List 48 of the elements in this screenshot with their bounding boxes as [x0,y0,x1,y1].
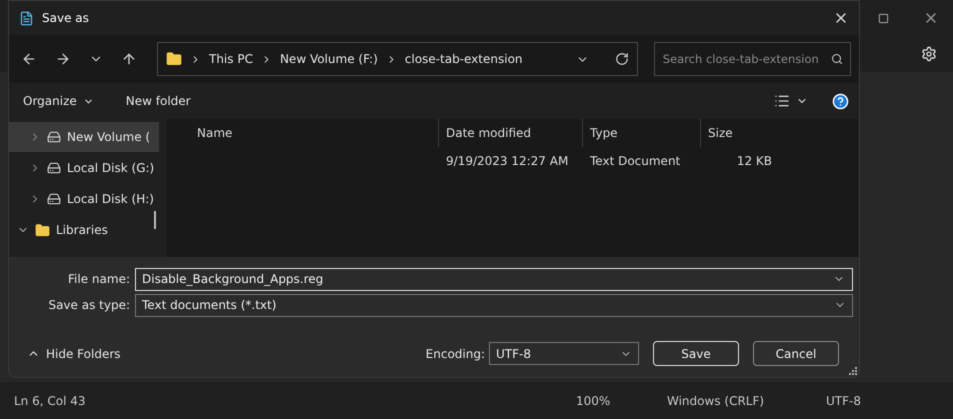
folder-icon [35,222,50,238]
new-folder-button[interactable]: New folder [122,94,195,108]
back-icon [21,51,37,67]
folder-icon [166,51,182,67]
field-label: Save as type: [47,298,131,312]
drive-icon [47,192,61,206]
column-header[interactable]: Size [700,119,780,147]
field-label: Encoding: [426,346,485,360]
status-item: UTF-8 [826,394,861,408]
table-cell-text: Text Document [589,154,682,168]
drive-icon [47,130,61,144]
drive-icon [47,161,61,175]
sidebar-item[interactable]: Local Disk (H:) [9,184,159,214]
settings-icon[interactable] [921,46,937,62]
sidebar-item[interactable]: Local Disk (G:) [9,153,159,183]
forward-icon [55,51,71,67]
file-type-dropdown[interactable]: Text documents (*.txt) [135,294,853,316]
cancel-button[interactable]: Cancel [753,341,839,366]
table-cell-text: 9/19/2023 12:27 AM [445,154,570,168]
window-title: Save as [42,11,90,25]
breadcrumb-item[interactable]: close-tab-extension [404,52,523,66]
file-name-field[interactable]: Disable_Background_Apps.reg [135,268,853,290]
sidebar-item[interactable]: New Volume ( [9,122,159,152]
help-icon[interactable] [832,92,849,110]
view-icon[interactable] [774,93,790,109]
resize-grip-icon[interactable] [849,367,857,375]
breadcrumb-item[interactable]: This PC [209,52,253,66]
column-header[interactable]: Type [582,119,700,147]
search-icon [831,53,843,65]
save-button[interactable]: Save [653,341,739,366]
table-cell-text: 12 KB [736,154,773,168]
status-item: 100% [576,394,610,408]
status-item: Ln 6, Col 43 [14,394,86,408]
sidebar-item[interactable]: Libraries [9,215,159,245]
refresh-icon[interactable] [614,52,629,66]
breadcrumb-item[interactable]: New Volume (F:) [280,52,378,66]
status-item: Windows (CRLF) [667,394,764,408]
scrollbar-thumb[interactable] [154,211,156,229]
maximize-icon[interactable] [878,12,889,24]
organize-button[interactable]: Organize [19,94,98,108]
notepad-icon [19,10,34,26]
field-label: File name: [67,272,131,286]
encoding-dropdown[interactable]: UTF-8 [489,342,639,365]
hide-folders-button[interactable]: Hide Folders [21,346,127,362]
search-field[interactable]: Search close-tab-extension [654,42,851,76]
column-header[interactable]: Name [197,119,438,147]
column-header[interactable]: Date modified [438,119,582,147]
address-bar[interactable]: This PC New Volume (F:) close-tab-extension [157,42,638,76]
